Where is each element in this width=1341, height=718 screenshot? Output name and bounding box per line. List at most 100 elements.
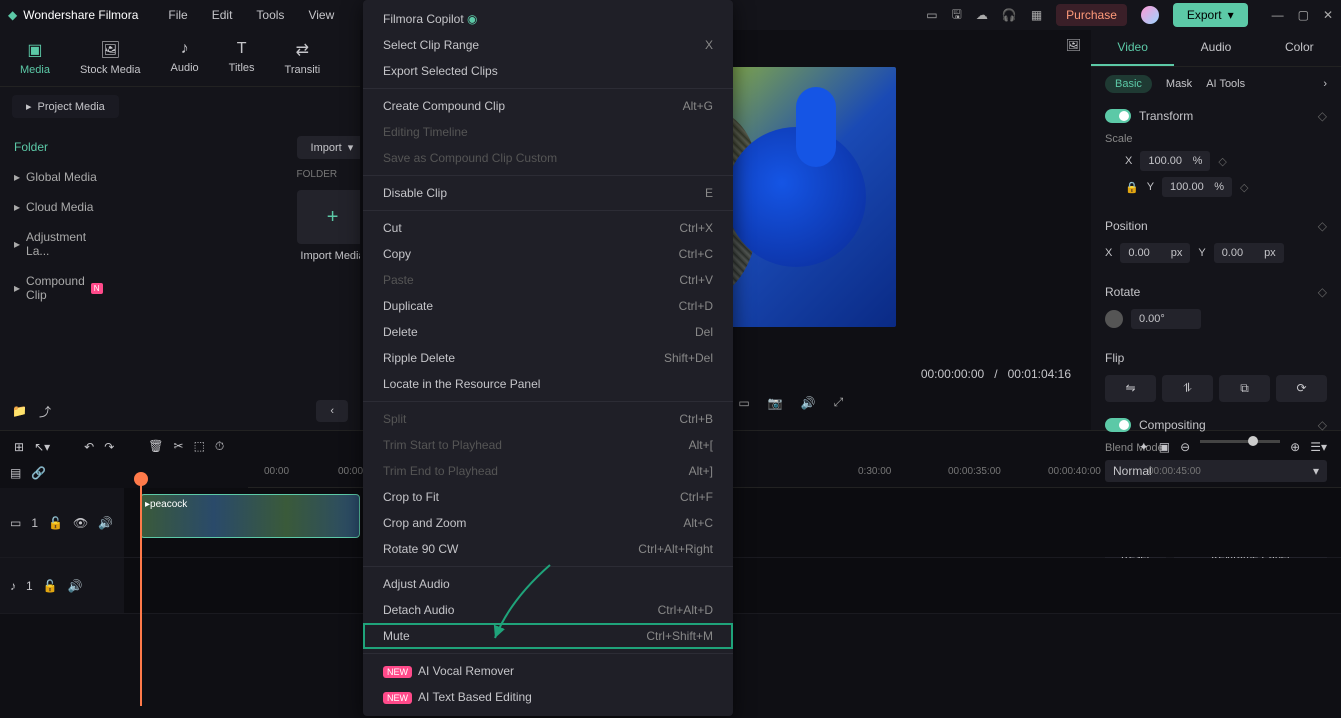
maximize-icon[interactable]: ▢ bbox=[1298, 8, 1309, 22]
lock-track-icon[interactable]: 🔓 bbox=[48, 516, 63, 530]
subtab-mask[interactable]: Mask bbox=[1166, 78, 1192, 90]
visible-icon[interactable]: 👁 bbox=[73, 516, 88, 530]
purchase-button[interactable]: Purchase bbox=[1056, 4, 1127, 26]
import-button[interactable]: Import ▾ bbox=[297, 136, 368, 159]
keyframe-diamond-icon[interactable]: ◇ bbox=[1318, 219, 1327, 233]
transform-toggle[interactable] bbox=[1105, 109, 1131, 123]
chevron-right-icon[interactable]: › bbox=[1323, 78, 1327, 90]
ai-icon[interactable]: ✦ bbox=[1139, 440, 1149, 454]
menu-edit[interactable]: Edit bbox=[212, 8, 233, 22]
tree-global[interactable]: ▸ Global Media bbox=[0, 162, 117, 192]
menu-file[interactable]: File bbox=[168, 8, 187, 22]
ctx-adjust-audio[interactable]: Adjust Audio bbox=[363, 571, 733, 597]
device-icon[interactable]: ▭ bbox=[926, 8, 937, 22]
keyframe-diamond-icon[interactable]: ◇ bbox=[1318, 109, 1327, 123]
keyframe-diamond-icon[interactable]: ◇ bbox=[1218, 155, 1226, 168]
rotate-dial[interactable] bbox=[1105, 310, 1123, 328]
minimize-icon[interactable]: — bbox=[1272, 8, 1284, 22]
ctx-create-compound-clip[interactable]: Create Compound ClipAlt+G bbox=[363, 93, 733, 119]
import-media-tile[interactable]: + Import Media bbox=[297, 190, 369, 262]
ctx-cut[interactable]: CutCtrl+X bbox=[363, 215, 733, 241]
view-options-icon[interactable]: ☰▾ bbox=[1310, 440, 1327, 454]
collapse-button[interactable]: ‹ bbox=[316, 400, 348, 422]
ctx-locate-in-the-resource-panel[interactable]: Locate in the Resource Panel bbox=[363, 371, 733, 397]
close-icon[interactable]: ✕ bbox=[1323, 8, 1333, 22]
undo-icon[interactable]: ↶ bbox=[84, 440, 94, 454]
rotate-field[interactable]: 0.00° bbox=[1131, 309, 1201, 329]
keyframe-diamond-icon[interactable]: ◇ bbox=[1240, 181, 1248, 194]
apps-icon[interactable]: ▦ bbox=[1031, 8, 1042, 22]
project-media-chip[interactable]: ▸ Project Media bbox=[12, 95, 119, 118]
keyframe-diamond-icon[interactable]: ◇ bbox=[1318, 285, 1327, 299]
tab-media[interactable]: ▣Media bbox=[20, 40, 50, 76]
volume-icon[interactable]: 🔊 bbox=[801, 396, 816, 410]
mute-track-icon[interactable]: 🔊 bbox=[68, 579, 83, 593]
flip-v-button[interactable]: ⥮ bbox=[1162, 375, 1213, 402]
ctx-ai-text-based-editing[interactable]: NEWAI Text Based Editing bbox=[363, 684, 733, 710]
inspector-tab-audio[interactable]: Audio bbox=[1174, 30, 1257, 66]
timeline-clip[interactable]: ▸ peacock bbox=[140, 494, 360, 538]
ctx-select-clip-range[interactable]: Select Clip RangeX bbox=[363, 32, 733, 58]
export-button[interactable]: Export▾ bbox=[1173, 3, 1248, 27]
cut-icon[interactable]: ✂ bbox=[174, 439, 184, 454]
scale-y-field[interactable]: 100.00% bbox=[1162, 177, 1232, 197]
ctx-filmora-copilot[interactable]: Filmora Copilot ◉ bbox=[363, 6, 733, 32]
tree-cloud[interactable]: ▸ Cloud Media bbox=[0, 192, 117, 222]
scale-x-field[interactable]: 100.00% bbox=[1140, 151, 1210, 171]
ctx-rotate-90-cw[interactable]: Rotate 90 CWCtrl+Alt+Right bbox=[363, 536, 733, 562]
tab-titles[interactable]: TTitles bbox=[229, 40, 255, 76]
ctx-export-selected-clips[interactable]: Export Selected Clips bbox=[363, 58, 733, 84]
ctx-detach-audio[interactable]: Detach AudioCtrl+Alt+D bbox=[363, 597, 733, 623]
inspector-tab-video[interactable]: Video bbox=[1091, 30, 1174, 66]
ctx-copy[interactable]: CopyCtrl+C bbox=[363, 241, 733, 267]
ctx-mute[interactable]: MuteCtrl+Shift+M bbox=[363, 623, 733, 649]
tab-stock[interactable]: 🖼Stock Media bbox=[80, 40, 141, 76]
ctx-ai-vocal-remover[interactable]: NEWAI Vocal Remover bbox=[363, 658, 733, 684]
lock-track-icon[interactable]: 🔓 bbox=[43, 579, 58, 593]
zoom-slider[interactable] bbox=[1200, 440, 1280, 443]
keyframe-diamond-icon[interactable]: ◇ bbox=[1318, 418, 1327, 432]
headphones-icon[interactable]: 🎧 bbox=[1002, 8, 1017, 22]
tab-transitions[interactable]: ⇄Transiti bbox=[285, 40, 321, 76]
zoom-in-icon[interactable]: ⊕ bbox=[1290, 440, 1300, 454]
pos-y-field[interactable]: 0.00px bbox=[1214, 243, 1284, 263]
flip-rotate-button[interactable]: ⟳ bbox=[1276, 375, 1327, 402]
display-icon[interactable]: ▭ bbox=[738, 396, 749, 410]
crop-icon[interactable]: ⬚ bbox=[194, 439, 205, 454]
layout-icon[interactable]: ⊞ bbox=[14, 440, 24, 454]
save-icon[interactable]: 🖫 bbox=[952, 5, 962, 26]
subtab-aitools[interactable]: AI Tools bbox=[1206, 78, 1245, 90]
timeline-layers-icon[interactable]: ▤ bbox=[10, 466, 21, 484]
link-icon[interactable]: 🔗 bbox=[31, 466, 46, 484]
delete-icon[interactable]: 🗑 bbox=[148, 439, 163, 454]
menu-tools[interactable]: Tools bbox=[256, 8, 284, 22]
export-folder-icon[interactable]: ⤴ bbox=[39, 403, 51, 420]
cloud-icon[interactable]: ☁ bbox=[976, 8, 988, 22]
fullscreen-icon[interactable]: ⤢ bbox=[834, 395, 844, 410]
compositing-toggle[interactable] bbox=[1105, 418, 1131, 432]
redo-icon[interactable]: ↷ bbox=[104, 440, 114, 454]
ctx-disable-clip[interactable]: Disable ClipE bbox=[363, 180, 733, 206]
tree-compound[interactable]: ▸ Compound Clip N bbox=[0, 266, 117, 310]
flip-copy-button[interactable]: ⧉ bbox=[1219, 375, 1270, 402]
inspector-tab-color[interactable]: Color bbox=[1258, 30, 1341, 66]
menu-view[interactable]: View bbox=[308, 8, 334, 22]
lock-icon[interactable]: 🔒 bbox=[1125, 181, 1139, 194]
ctx-crop-and-zoom[interactable]: Crop and ZoomAlt+C bbox=[363, 510, 733, 536]
subtab-basic[interactable]: Basic bbox=[1105, 75, 1152, 93]
mute-track-icon[interactable]: 🔊 bbox=[98, 516, 113, 530]
tree-adjustment[interactable]: ▸ Adjustment La... bbox=[0, 222, 117, 266]
zoom-out-icon[interactable]: ⊖ bbox=[1180, 440, 1190, 454]
camera-icon[interactable]: 📷 bbox=[768, 396, 783, 410]
ctx-delete[interactable]: DeleteDel bbox=[363, 319, 733, 345]
snapshot-icon[interactable]: 🖼 bbox=[1066, 38, 1081, 61]
ctx-duplicate[interactable]: DuplicateCtrl+D bbox=[363, 293, 733, 319]
ctx-ripple-delete[interactable]: Ripple DeleteShift+Del bbox=[363, 345, 733, 371]
tab-audio[interactable]: ♪Audio bbox=[171, 40, 199, 76]
tree-folder[interactable]: Folder bbox=[0, 132, 117, 162]
flip-h-button[interactable]: ⇋ bbox=[1105, 375, 1156, 402]
new-folder-icon[interactable]: 📁 bbox=[12, 404, 27, 418]
pointer-icon[interactable]: ↖▾ bbox=[34, 440, 50, 454]
pos-x-field[interactable]: 0.00px bbox=[1120, 243, 1190, 263]
user-avatar[interactable] bbox=[1141, 6, 1159, 24]
